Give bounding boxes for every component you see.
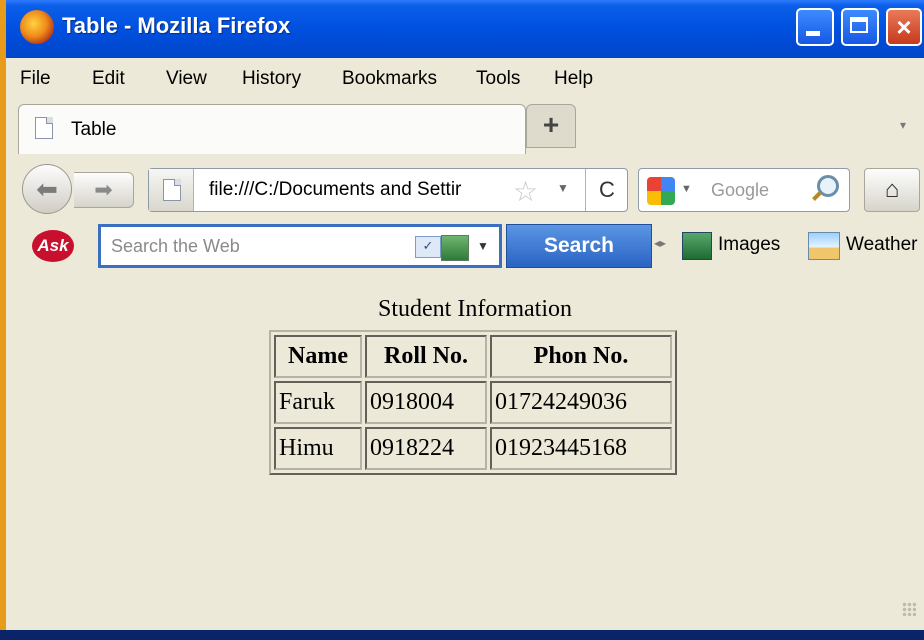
images-button[interactable]: Images: [718, 234, 780, 256]
search-engine-placeholder: Google: [711, 180, 770, 200]
bookmark-star-icon[interactable]: ☆: [513, 175, 538, 208]
ask-logo[interactable]: Ask: [32, 230, 74, 262]
url-field[interactable]: file:///C:/Documents and Settir: [209, 179, 509, 201]
menu-edit[interactable]: Edit: [92, 68, 125, 90]
tab-list-arrow-icon[interactable]: ▾: [900, 118, 906, 132]
images-icon[interactable]: [682, 232, 712, 260]
forward-arrow-icon: ➡: [94, 177, 113, 202]
engine-dropdown-icon[interactable]: ▼: [681, 183, 692, 195]
globe-icon[interactable]: [441, 235, 469, 261]
forward-button[interactable]: ➡: [74, 172, 134, 208]
back-button[interactable]: ⬅: [22, 164, 72, 214]
minimize-button[interactable]: [796, 8, 834, 46]
table-caption: Student Information: [378, 296, 572, 322]
reload-button[interactable]: C: [585, 169, 628, 211]
browser-window: Table - Mozilla Firefox × File Edit View…: [0, 0, 924, 640]
toolbar-separator-icon: ◂▸: [654, 236, 667, 250]
cell-roll-no: 0918224: [365, 427, 487, 470]
ask-toolbar: Ask Search the Web ✓ ▼ Search ◂▸ Images …: [6, 218, 924, 276]
site-identity-button[interactable]: [149, 169, 194, 211]
tab-label: Table: [71, 119, 117, 140]
back-arrow-icon: ⬅: [36, 174, 58, 204]
header-name: Name: [274, 335, 362, 378]
page-icon: [163, 179, 181, 201]
menu-file[interactable]: File: [20, 68, 51, 90]
browser-chrome: File Edit View History Bookmarks Tools H…: [6, 58, 924, 276]
student-table: Name Roll No. Phon No. Faruk 0918004 017…: [269, 330, 677, 475]
google-icon[interactable]: [647, 177, 675, 205]
resize-grip-icon[interactable]: [902, 602, 916, 616]
header-roll-no: Roll No.: [365, 335, 487, 378]
window-title: Table - Mozilla Firefox: [62, 13, 291, 38]
web-search-bar[interactable]: ▼ Google: [638, 168, 850, 212]
cell-phone-no: 01923445168: [490, 427, 672, 470]
close-button[interactable]: ×: [886, 8, 922, 46]
menu-history[interactable]: History: [242, 68, 301, 90]
cell-name: Himu: [274, 427, 362, 470]
ask-search-input[interactable]: Search the Web ✓ ▼: [98, 224, 502, 268]
firefox-icon: [20, 10, 54, 44]
dropdown-check-icon[interactable]: ✓: [415, 236, 441, 258]
menu-bookmarks[interactable]: Bookmarks: [342, 68, 437, 90]
menu-view[interactable]: View: [166, 68, 207, 90]
home-icon: ⌂: [884, 176, 900, 203]
page-icon: [35, 117, 53, 139]
cell-roll-no: 0918004: [365, 381, 487, 424]
tab-strip: Table + ▾: [6, 100, 924, 160]
menu-tools[interactable]: Tools: [476, 68, 520, 90]
cell-phone-no: 01724249036: [490, 381, 672, 424]
navigation-toolbar: ⬅ ➡ file:///C:/Documents and Settir ☆ ▼ …: [6, 160, 924, 218]
menu-bar: File Edit View History Bookmarks Tools H…: [6, 58, 924, 100]
table-row: Himu 0918224 01923445168: [274, 427, 672, 470]
close-icon: ×: [896, 12, 912, 42]
history-dropdown-icon[interactable]: ▼: [557, 181, 569, 195]
title-bar: Table - Mozilla Firefox ×: [6, 0, 924, 58]
ask-dropdown-icon[interactable]: ▼: [477, 239, 489, 253]
tab-table[interactable]: Table: [18, 104, 526, 154]
maximize-button[interactable]: [841, 8, 879, 46]
home-button[interactable]: ⌂: [864, 168, 920, 212]
menu-help[interactable]: Help: [554, 68, 593, 90]
page-content: Student Information Name Roll No. Phon N…: [6, 276, 924, 630]
address-bar[interactable]: file:///C:/Documents and Settir ☆ ▼ C: [148, 168, 628, 212]
new-tab-button[interactable]: +: [526, 104, 576, 148]
ask-search-placeholder: Search the Web: [111, 236, 240, 256]
table-header-row: Name Roll No. Phon No.: [274, 335, 672, 378]
table-row: Faruk 0918004 01724249036: [274, 381, 672, 424]
weather-icon[interactable]: [808, 232, 840, 260]
weather-button[interactable]: Weather: [846, 234, 917, 256]
magnifier-icon[interactable]: [817, 175, 839, 197]
header-phone-no: Phon No.: [490, 335, 672, 378]
window-bottom-border: [0, 630, 924, 640]
search-button[interactable]: Search: [506, 224, 652, 268]
cell-name: Faruk: [274, 381, 362, 424]
